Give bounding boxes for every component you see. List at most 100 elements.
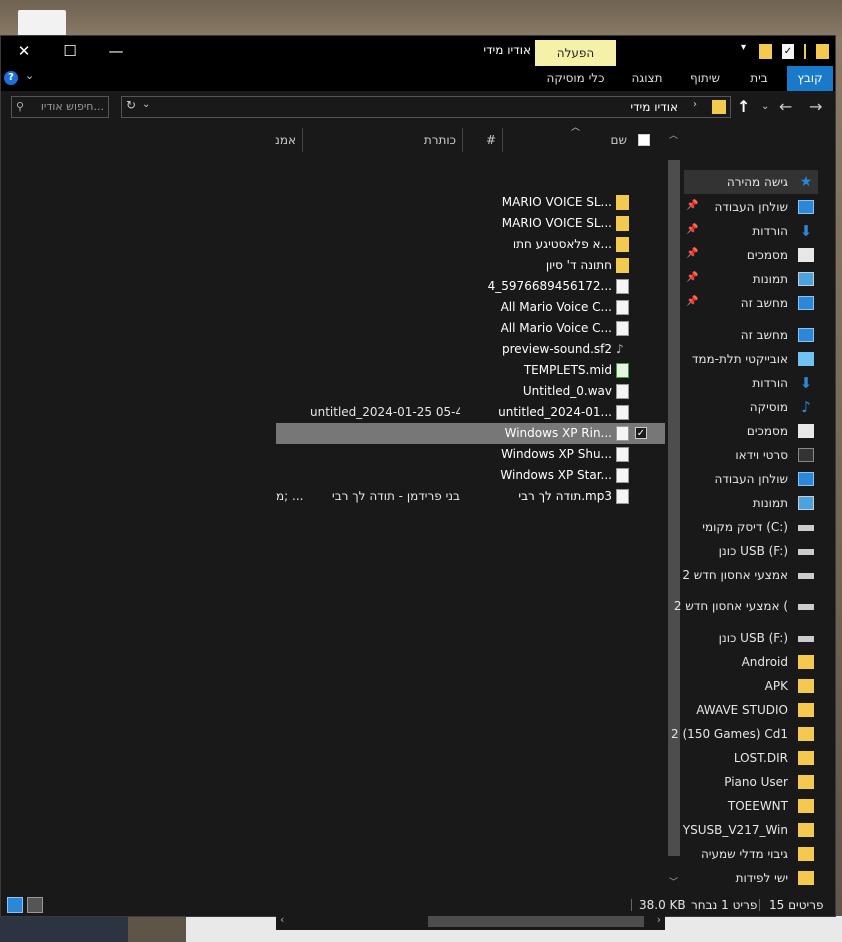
tab-view[interactable]: תצוגה xyxy=(625,66,669,91)
navpane-scrollbar-thumb[interactable] xyxy=(668,160,680,856)
details-view-icon[interactable] xyxy=(7,897,23,913)
navpane-item[interactable]: Android xyxy=(684,650,818,674)
horizontal-scrollbar-thumb[interactable] xyxy=(428,915,644,927)
file-row[interactable]: untitled_2024-01... untitled_2024-01-25 0… xyxy=(276,402,665,423)
file-row[interactable]: TEMPLETS.mid xyxy=(276,360,665,381)
navpane-item[interactable]: תמונות xyxy=(684,491,818,515)
column-header-title[interactable]: כותרת xyxy=(303,128,463,152)
navpane-item[interactable]: גיבוי מדלי שמעיה xyxy=(684,842,818,866)
navpane-item[interactable]: 2 (150 Games) Cd1 xyxy=(671,722,818,746)
navpane-item[interactable]: TOEEWNT xyxy=(684,794,818,818)
monitor-icon xyxy=(798,328,814,342)
file-row[interactable]: תודה לך רבי.mp3 בני פרידמן - תודה לך רבי מ… xyxy=(276,486,665,507)
minimize-button[interactable]: — xyxy=(93,36,139,66)
navpane-item-label: 2 (150 Games) Cd1 xyxy=(671,727,788,741)
maximize-button[interactable]: ☐ xyxy=(47,36,93,66)
tab-share[interactable]: שיתוף xyxy=(681,66,729,91)
file-row[interactable]: MARIO VOICE SL... xyxy=(276,192,665,213)
navpane-item[interactable]: APK xyxy=(684,674,818,698)
navpane-item[interactable]: כונן USB (F:) xyxy=(684,539,818,563)
forward-arrow-icon[interactable]: → xyxy=(809,97,822,116)
chevron-down-icon[interactable]: ⌄ xyxy=(142,99,150,110)
navpane-item[interactable]: 📌 מסמכים xyxy=(684,243,818,267)
search-placeholder: חיפוש אודיו... xyxy=(40,100,104,113)
title-bar: ✕ ☐ — הפעלה אודיו מידי ▾ ✓ xyxy=(1,36,835,66)
row-checkbox[interactable]: ✓ xyxy=(635,427,647,439)
scroll-down-icon[interactable]: ﹀ xyxy=(669,875,678,888)
navpane-item[interactable]: דיסק מקומי (C:) xyxy=(684,515,818,539)
tab-music-tools[interactable]: כלי מוסיקה xyxy=(535,66,616,91)
large-icons-view-icon[interactable] xyxy=(27,897,43,913)
folder-icon xyxy=(798,799,814,813)
close-button[interactable]: ✕ xyxy=(1,36,47,66)
file-row[interactable]: Untitled_0.wav xyxy=(276,381,665,402)
column-header-number[interactable]: # xyxy=(463,128,503,152)
navpane-item-label: AWAVE STUDIO xyxy=(696,703,788,717)
navpane-item[interactable]: מוסיקה ♪ xyxy=(684,395,818,419)
recent-locations-icon[interactable]: ⌄ xyxy=(761,101,769,112)
navpane-item[interactable]: YSUSB_V217_Win xyxy=(683,818,818,842)
file-name: Windows XP Rin... xyxy=(504,426,612,440)
navpane-item[interactable]: גישה מהירה ★ xyxy=(684,170,818,194)
navpane-item[interactable]: הורדות ⬇ xyxy=(684,371,818,395)
refresh-icon[interactable]: ↻ xyxy=(126,98,136,112)
select-all-checkbox[interactable] xyxy=(638,134,650,146)
navpane-item[interactable]: 📌 שולחן העבודה xyxy=(684,195,818,219)
navpane-item[interactable]: מחשב זה xyxy=(684,323,818,347)
navpane-item-label: מחשב זה xyxy=(740,328,788,342)
navpane-scrollbar[interactable]: ︿ ﹀ xyxy=(666,126,682,890)
navpane-item[interactable]: כונן USB (F:) xyxy=(684,626,818,650)
tab-home[interactable]: בית xyxy=(739,66,779,91)
navpane-item-label: TOEEWNT xyxy=(727,799,788,813)
navpane-item[interactable]: 📌 מחשב זה xyxy=(684,291,818,315)
properties-icon[interactable]: ✓ xyxy=(782,44,794,59)
navpane-item[interactable]: שולחן העבודה xyxy=(684,467,818,491)
navpane-item[interactable]: אמצעי אחסון חדש 2 xyxy=(682,563,818,587)
file-row[interactable]: א פלאסטיגע חתו... xyxy=(276,234,665,255)
navpane-item[interactable]: ישי לפידות xyxy=(684,866,818,890)
navpane-item[interactable]: סרטי וידאו xyxy=(684,443,818,467)
file-row[interactable]: All Mario Voice C... xyxy=(276,318,665,339)
navpane-item[interactable]: 📌 תמונות xyxy=(684,267,818,291)
navpane-item-label: LOST.DIR xyxy=(733,751,788,765)
navigation-pane: גישה מהירה ★ 📌 שולחן העבודה 📌 הורדות ⬇ 📌 מסמכים 📌… xyxy=(671,124,835,909)
file-row[interactable]: Windows XP Rin... ✓ xyxy=(276,423,665,444)
navpane-item[interactable]: אמצעי אחסון חדש 2 ( xyxy=(674,594,818,618)
address-bar[interactable]: ↻ ⌄ אודיו מידי › xyxy=(121,96,731,118)
navpane-item[interactable]: AWAVE STUDIO xyxy=(684,698,818,722)
scroll-up-icon[interactable]: ︿ xyxy=(669,128,678,141)
file-row[interactable]: All Mario Voice C... xyxy=(276,297,665,318)
status-separator xyxy=(759,899,760,911)
navpane-item-label: מוסיקה xyxy=(749,400,788,414)
search-input[interactable]: ⚲ חיפוש אודיו... xyxy=(11,96,109,118)
help-icon[interactable]: ? xyxy=(4,71,18,85)
navpane-item-label: תמונות xyxy=(752,496,788,510)
new-folder-icon[interactable] xyxy=(759,44,772,59)
drive-icon xyxy=(798,604,814,610)
file-row[interactable]: חתונה ד' סיון xyxy=(276,255,665,276)
breadcrumb[interactable]: אודיו מידי xyxy=(630,100,678,114)
navpane-item[interactable]: מסמכים xyxy=(684,419,818,443)
breadcrumb-separator-icon[interactable]: › xyxy=(693,99,697,110)
pin-icon: 📌 xyxy=(686,224,699,235)
file-row[interactable]: ♪ preview-sound.sf2 xyxy=(276,339,665,360)
tab-file[interactable]: קובץ xyxy=(787,66,833,91)
navpane-item[interactable]: 📌 הורדות ⬇ xyxy=(684,219,818,243)
navpane-item[interactable]: Piano User xyxy=(684,770,818,794)
up-arrow-icon[interactable]: ↑ xyxy=(737,97,750,116)
navpane-item[interactable]: LOST.DIR xyxy=(684,746,818,770)
back-arrow-icon[interactable]: ← xyxy=(779,97,792,116)
column-header-artist[interactable]: אמנ xyxy=(275,128,303,152)
audio-file-icon xyxy=(616,468,629,483)
file-row[interactable]: Windows XP Shu... xyxy=(276,444,665,465)
file-row[interactable]: 4_5976689456172... xyxy=(276,276,665,297)
contextual-tab-play[interactable]: הפעלה xyxy=(535,40,616,66)
navpane-item[interactable]: אובייקטי תלת-ממד xyxy=(684,347,818,371)
file-row[interactable]: Windows XP Star... xyxy=(276,465,665,486)
file-row[interactable]: MARIO VOICE SL... xyxy=(276,213,665,234)
video-icon xyxy=(798,448,814,462)
expand-ribbon-icon[interactable]: ⌄ xyxy=(25,69,34,82)
desktop-file-icon[interactable] xyxy=(18,10,66,38)
quick-access-dropdown-icon[interactable]: ▾ xyxy=(741,42,746,53)
toolbar-separator xyxy=(804,44,806,59)
